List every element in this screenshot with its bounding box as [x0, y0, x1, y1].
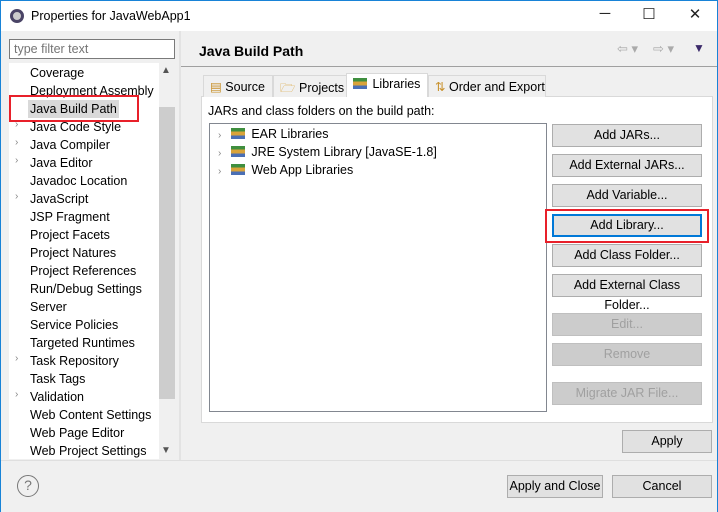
sidebar-item[interactable]: Project References [30, 262, 136, 280]
sidebar-item[interactable]: Validation [30, 388, 84, 406]
forward-icon[interactable]: ⇨ ▾ [653, 41, 674, 57]
library-icon [231, 128, 246, 139]
sidebar-item[interactable]: Service Policies [30, 316, 118, 334]
expand-icon[interactable]: › [15, 155, 18, 166]
sidebar-item[interactable]: Project Natures [30, 244, 116, 262]
sidebar-item[interactable]: Web Project Settings [30, 442, 147, 459]
property-tree: Coverage Deployment Assembly Java Build Pa… [9, 63, 175, 459]
window-title: Properties for JavaWebApp1 [31, 9, 191, 23]
sidebar-item[interactable]: JavaScript [30, 190, 88, 208]
tab-label: Libraries [372, 77, 421, 91]
close-button[interactable]: ✕ [681, 5, 709, 27]
tab-label: Projects [299, 81, 345, 95]
library-icon [231, 146, 246, 157]
expand-icon[interactable]: › [15, 353, 18, 364]
tab-libraries[interactable]: Libraries [346, 73, 428, 97]
library-label: Web App Libraries [251, 163, 354, 177]
tab-projects[interactable]: 🗁 Projects [273, 75, 347, 97]
highlight-box [545, 209, 709, 243]
source-icon: ▤ [210, 80, 222, 94]
eclipse-gear-icon [10, 9, 24, 23]
library-list[interactable]: › EAR Libraries › JRE System Library [JavaS… [209, 123, 547, 412]
sidebar-item[interactable]: Task Tags [30, 370, 85, 388]
tab-source[interactable]: ▤ Source [203, 75, 273, 97]
expand-icon[interactable]: › [15, 137, 18, 148]
cancel-button[interactable]: Cancel [612, 475, 712, 498]
sash[interactable] [179, 31, 181, 461]
sidebar-item[interactable]: Targeted Runtimes [30, 334, 135, 352]
sidebar-item[interactable]: JSP Fragment [30, 208, 110, 226]
library-item[interactable]: › Web App Libraries [218, 161, 353, 179]
migrate-jar-file-button: Migrate JAR File... [552, 382, 702, 405]
sidebar-item[interactable]: Project Facets [30, 226, 110, 244]
menu-icon[interactable]: ▼ [693, 41, 705, 55]
sidebar-item[interactable]: Server [30, 298, 67, 316]
edit-button: Edit... [552, 313, 702, 336]
sidebar-item[interactable]: Java Compiler [30, 136, 110, 154]
library-label: EAR Libraries [251, 127, 329, 141]
folder-icon: 🗁 [280, 81, 296, 95]
expand-icon[interactable]: › [218, 148, 221, 159]
help-icon[interactable]: ? [17, 475, 39, 497]
sidebar-item[interactable]: Task Repository [30, 352, 119, 370]
sidebar-item[interactable]: Java Editor [30, 154, 93, 172]
tab-order-and-export[interactable]: ⇅ Order and Export [428, 75, 546, 97]
expand-icon[interactable]: › [15, 389, 18, 400]
expand-icon[interactable]: › [15, 191, 18, 202]
add-external-jars-button[interactable]: Add External JARs... [552, 154, 702, 177]
library-item[interactable]: › JRE System Library [JavaSE-1.8] [218, 143, 437, 161]
minimize-button[interactable]: ─ [591, 5, 619, 27]
sidebar-item[interactable]: Web Page Editor [30, 424, 124, 442]
expand-icon[interactable]: › [218, 130, 221, 141]
order-icon: ⇅ [435, 80, 446, 94]
list-label: JARs and class folders on the build path… [208, 104, 435, 118]
add-variable-button[interactable]: Add Variable... [552, 184, 702, 207]
apply-button[interactable]: Apply [622, 430, 712, 453]
sidebar-item[interactable]: Coverage [30, 64, 84, 82]
expand-icon[interactable]: › [218, 166, 221, 177]
library-item[interactable]: › EAR Libraries [218, 125, 328, 143]
tab-label: Source [225, 80, 265, 94]
back-icon[interactable]: ⇦ ▾ [617, 41, 638, 57]
maximize-button[interactable]: ☐ [635, 5, 663, 27]
add-class-folder-button[interactable]: Add Class Folder... [552, 244, 702, 267]
add-external-class-folder-button[interactable]: Add External Class Folder... [552, 274, 702, 312]
scrollbar-thumb[interactable] [159, 107, 175, 399]
page-title: Java Build Path [199, 43, 304, 59]
tab-label: Order and Export [448, 80, 545, 94]
scroll-down-icon[interactable]: ▼ [161, 445, 171, 456]
footer [1, 460, 717, 512]
remove-button: Remove [552, 343, 702, 366]
filter-input[interactable] [9, 39, 175, 59]
library-icon [231, 164, 246, 175]
add-jars-button[interactable]: Add JARs... [552, 124, 702, 147]
library-label: JRE System Library [JavaSE-1.8] [251, 145, 437, 159]
sidebar-item[interactable]: Javadoc Location [30, 172, 127, 190]
apply-and-close-button[interactable]: Apply and Close [507, 475, 603, 498]
highlight-box [9, 95, 139, 122]
sidebar-item[interactable]: Run/Debug Settings [30, 280, 142, 298]
library-icon [353, 78, 367, 89]
sidebar-item[interactable]: Web Content Settings [30, 406, 151, 424]
scroll-up-icon[interactable]: ▲ [161, 65, 171, 76]
